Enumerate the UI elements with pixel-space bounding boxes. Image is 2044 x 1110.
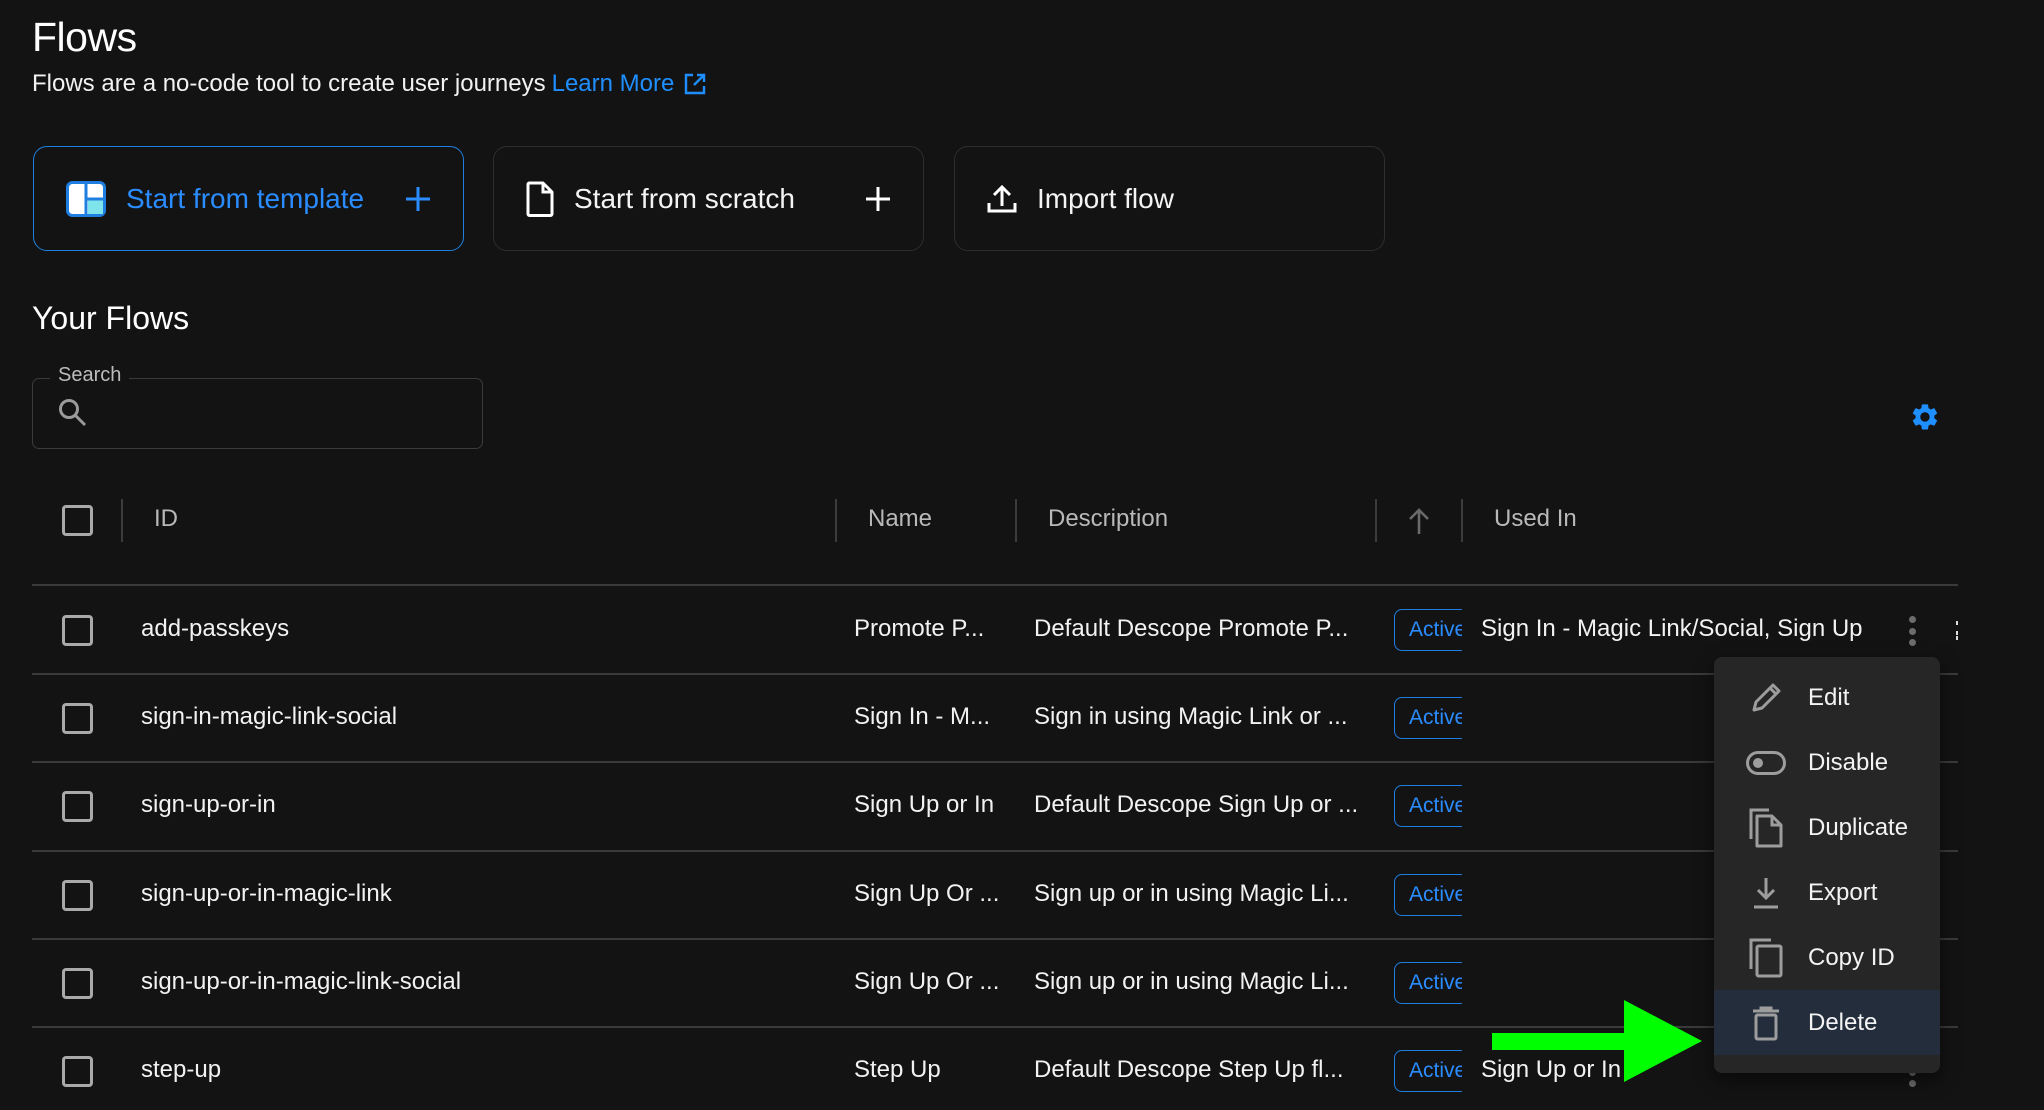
row-name: Step Up <box>854 1056 941 1083</box>
status-badge: Active <box>1394 785 1462 827</box>
search-label: Search <box>50 364 130 387</box>
row-name: Sign Up Or ... <box>854 968 1000 995</box>
row-separator <box>32 673 1958 675</box>
menu-item-label: Edit <box>1808 683 1850 711</box>
row-id[interactable]: add-passkeys <box>141 615 289 643</box>
row-id[interactable]: sign-up-or-in <box>141 791 276 819</box>
download-icon <box>1744 871 1788 915</box>
header-separator <box>32 584 1958 586</box>
menu-item-export[interactable]: Export <box>1714 860 1940 925</box>
annotation-arrow-icon <box>1492 1000 1702 1082</box>
trash-icon <box>1744 1001 1788 1045</box>
menu-item-label: Duplicate <box>1808 813 1909 841</box>
import-flow-button[interactable]: Import flow <box>954 146 1385 251</box>
row-name: Promote P... <box>854 615 985 642</box>
row-description: Sign up or in using Magic Li... <box>1034 880 1349 907</box>
row-used-in: Sign In - Magic Link/Social, Sign Up <box>1481 615 1863 642</box>
search-icon <box>59 399 87 427</box>
row-description: Sign up or in using Magic Li... <box>1034 968 1349 995</box>
row-checkbox[interactable] <box>62 968 93 999</box>
menu-item-delete[interactable]: Delete <box>1714 990 1940 1055</box>
menu-item-label: Delete <box>1808 1008 1878 1036</box>
learn-more-link[interactable]: Learn More <box>552 70 707 98</box>
row-description: Default Descope Promote P... <box>1034 615 1349 642</box>
column-divider <box>121 499 123 542</box>
row-name: Sign In - M... <box>854 703 991 730</box>
row-description: Sign in using Magic Link or ... <box>1034 703 1348 730</box>
pencil-icon <box>1744 676 1788 720</box>
row-name: Sign Up Or ... <box>854 880 1000 907</box>
status-badge: Active <box>1394 609 1462 651</box>
menu-item-edit[interactable]: Edit <box>1714 665 1940 730</box>
column-divider <box>1375 499 1377 542</box>
your-flows-title: Your Flows <box>32 300 190 336</box>
copy-icon <box>1744 936 1788 980</box>
gear-icon[interactable] <box>1908 400 1942 434</box>
row-id[interactable]: step-up <box>141 1056 221 1084</box>
upload-icon <box>987 184 1017 212</box>
file-icon <box>526 181 554 217</box>
row-checkbox[interactable] <box>62 880 93 911</box>
column-header-id[interactable]: ID <box>154 505 178 533</box>
subtitle-text: Flows are a no-code tool to create user … <box>32 70 546 97</box>
row-checkbox[interactable] <box>62 791 93 822</box>
select-all-checkbox[interactable] <box>62 505 93 536</box>
plus-icon <box>866 186 890 211</box>
column-divider <box>1461 499 1463 542</box>
search-input[interactable] <box>100 392 470 436</box>
row-context-menu: Edit Disable Duplicate Export Copy ID De… <box>1714 657 1940 1073</box>
menu-item-copy-id[interactable]: Copy ID <box>1714 925 1940 990</box>
status-badge: Active <box>1394 962 1462 1004</box>
column-header-name[interactable]: Name <box>868 505 932 533</box>
status-badge: Active <box>1394 1050 1462 1092</box>
start-from-scratch-label: Start from scratch <box>574 182 795 214</box>
menu-item-duplicate[interactable]: Duplicate <box>1714 795 1940 860</box>
toggle-icon <box>1744 741 1788 785</box>
row-id[interactable]: sign-up-or-in-magic-link-social <box>141 968 461 996</box>
menu-item-disable[interactable]: Disable <box>1714 730 1940 795</box>
external-link-icon <box>685 73 706 95</box>
row-more-options-icon[interactable] <box>1904 616 1920 646</box>
status-badge: Active <box>1394 874 1462 916</box>
scroll-indicator <box>1956 636 1958 640</box>
row-separator <box>32 761 1958 763</box>
scroll-indicator <box>1956 621 1958 625</box>
start-from-template-label: Start from template <box>126 182 365 214</box>
page-title: Flows <box>32 14 137 60</box>
menu-item-label: Disable <box>1808 748 1889 776</box>
row-separator <box>32 938 1958 940</box>
column-header-description[interactable]: Description <box>1048 505 1168 533</box>
column-divider <box>835 499 837 542</box>
duplicate-icon <box>1744 806 1788 850</box>
import-flow-label: Import flow <box>1037 182 1174 214</box>
row-name: Sign Up or In <box>854 791 995 818</box>
row-id[interactable]: sign-in-magic-link-social <box>141 703 397 731</box>
template-icon <box>66 180 106 217</box>
status-badge: Active <box>1394 697 1462 739</box>
start-from-template-button[interactable]: Start from template <box>33 146 464 251</box>
menu-item-label: Export <box>1808 878 1878 906</box>
row-checkbox[interactable] <box>62 1056 93 1087</box>
scroll-indicator <box>1956 631 1958 635</box>
page-subtitle: Flows are a no-code tool to create user … <box>32 70 706 98</box>
row-description: Default Descope Sign Up or ... <box>1034 791 1359 818</box>
column-divider <box>1015 499 1017 542</box>
column-header-used-in[interactable]: Used In <box>1494 505 1577 533</box>
menu-item-label: Copy ID <box>1808 943 1895 971</box>
learn-more-label: Learn More <box>551 70 675 97</box>
row-checkbox[interactable] <box>62 615 93 646</box>
row-id[interactable]: sign-up-or-in-magic-link <box>141 880 392 908</box>
row-description: Default Descope Step Up fl... <box>1034 1056 1344 1083</box>
row-separator <box>32 850 1958 852</box>
sort-ascending-icon[interactable] <box>1407 507 1431 535</box>
start-from-scratch-button[interactable]: Start from scratch <box>493 146 924 251</box>
plus-icon <box>406 186 430 211</box>
row-checkbox[interactable] <box>62 703 93 734</box>
